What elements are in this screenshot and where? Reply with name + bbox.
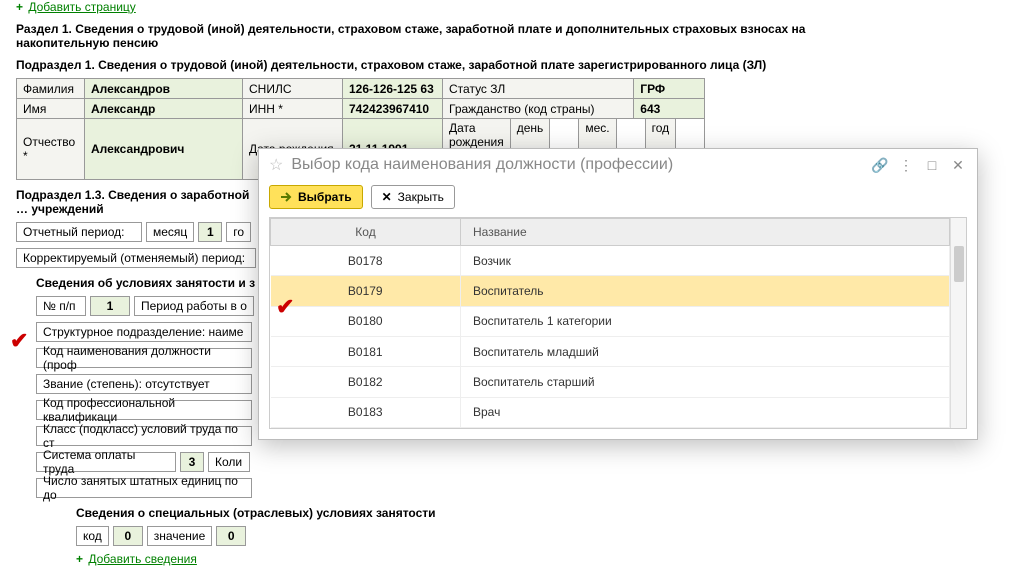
more-icon[interactable]: ⋮ (897, 156, 915, 174)
row-code: В0180 (271, 306, 461, 336)
row-code: В0182 (271, 367, 461, 397)
add-info-row: + Добавить сведения (76, 552, 1001, 566)
section1-title: Раздел 1. Сведения о трудовой (иной) дея… (16, 22, 836, 50)
report-month-value[interactable]: 1 (198, 222, 222, 242)
corrected-period-label: Корректируемый (отменяемый) период: (16, 248, 256, 268)
plus-icon: + (76, 552, 83, 566)
table-row[interactable]: В0180Воспитатель 1 категории (271, 306, 950, 336)
paysystem-label: Система оплаты труда (36, 452, 176, 472)
row-name: Воспитатель (461, 276, 950, 306)
row-name: Воспитатель старший (461, 367, 950, 397)
star-icon[interactable]: ☆ (269, 155, 283, 175)
add-page-row: + Добавить страницу (16, 0, 1001, 14)
plus-icon: + (16, 0, 23, 14)
units-label: Число занятых штатных единиц по до (36, 478, 252, 498)
rank-label: Звание (степень): отсутствует (36, 374, 252, 394)
row-name: Воспитатель 1 категории (461, 306, 950, 336)
profcode-label: Код профессиональной квалификаци (36, 400, 252, 420)
select-arrow-icon (280, 191, 292, 203)
row-code: В0181 (271, 336, 461, 366)
sub1-title: Подраздел 1. Сведения о трудовой (иной) … (16, 58, 1001, 72)
row-code: В0183 (271, 397, 461, 427)
col-code-header[interactable]: Код (271, 219, 461, 246)
row-code: В0179 (271, 276, 461, 306)
special-value-value[interactable]: 0 (216, 526, 246, 546)
citizenship-value[interactable]: 643 (634, 99, 705, 119)
close-button[interactable]: ✕ Закрыть (371, 185, 455, 209)
row-name: Воспитатель младший (461, 336, 950, 366)
add-page-link[interactable]: Добавить страницу (28, 0, 135, 18)
grf-label: ГРФ (634, 79, 705, 99)
lastname-value[interactable]: Александров (85, 79, 243, 99)
npp-label: № п/п (36, 296, 86, 316)
qty-label: Коли (208, 452, 250, 472)
link-icon[interactable]: 🔗 (871, 156, 889, 174)
scrollbar-thumb[interactable] (954, 246, 964, 282)
class-label: Класс (подкласс) условий труда по ст (36, 426, 252, 446)
row-code: В0178 (271, 246, 461, 276)
paysystem-value[interactable]: 3 (180, 452, 204, 472)
row-name: Врач (461, 397, 950, 427)
special-code-value[interactable]: 0 (113, 526, 143, 546)
table-row[interactable]: В0182Воспитатель старший (271, 367, 950, 397)
npp-value[interactable]: 1 (90, 296, 130, 316)
special-value-label: значение (147, 526, 212, 546)
close-button-label: Закрыть (398, 190, 444, 204)
inn-label: ИНН * (243, 99, 343, 119)
year-label2: го (226, 222, 251, 242)
row-name: Возчик (461, 246, 950, 276)
citizenship-label: Гражданство (код страны) (443, 99, 634, 119)
jobcode-label[interactable]: Код наименования должности (проф (36, 348, 252, 368)
month-label2: месяц (146, 222, 194, 242)
table-row[interactable]: В0179Воспитатель (271, 276, 950, 306)
period-work-label: Период работы в о (134, 296, 254, 316)
close-icon[interactable]: ✕ (949, 156, 967, 174)
special-heading: Сведения о специальных (отраслевых) усло… (76, 506, 1001, 520)
maximize-icon[interactable]: □ (923, 156, 941, 174)
sub13-title: Подраздел 1.3. Сведения о заработной … у… (16, 188, 256, 216)
add-info-link[interactable]: Добавить сведения (88, 548, 197, 570)
dialog-title: Выбор кода наименования должности (профе… (291, 156, 863, 174)
inn-value[interactable]: 742423967410 (343, 99, 443, 119)
struct-label: Структурное подразделение: наиме (36, 322, 252, 342)
special-code-label: код (76, 526, 109, 546)
table-row[interactable]: В0178Возчик (271, 246, 950, 276)
status-label: Статус ЗЛ (443, 79, 634, 99)
col-name-header[interactable]: Название (461, 219, 950, 246)
snils-label: СНИЛС (243, 79, 343, 99)
select-button[interactable]: Выбрать (269, 185, 363, 209)
table-row[interactable]: В0181Воспитатель младший (271, 336, 950, 366)
snils-value[interactable]: 126-126-125 63 (343, 79, 443, 99)
job-code-table[interactable]: Код Название В0178ВозчикВ0179Воспитатель… (270, 218, 950, 428)
dialog-scrollbar[interactable] (950, 218, 966, 428)
close-x-icon: ✕ (382, 190, 392, 204)
firstname-value[interactable]: Александр (85, 99, 243, 119)
firstname-label: Имя (17, 99, 85, 119)
lastname-label: Фамилия (17, 79, 85, 99)
report-period-label: Отчетный период: (16, 222, 142, 242)
table-row[interactable]: В0183Врач (271, 397, 950, 427)
patronymic-label: Отчество * (17, 119, 85, 180)
patronymic-value[interactable]: Александрович (85, 119, 243, 180)
select-button-label: Выбрать (298, 190, 352, 204)
job-code-dialog: ☆ Выбор кода наименования должности (про… (258, 148, 978, 440)
